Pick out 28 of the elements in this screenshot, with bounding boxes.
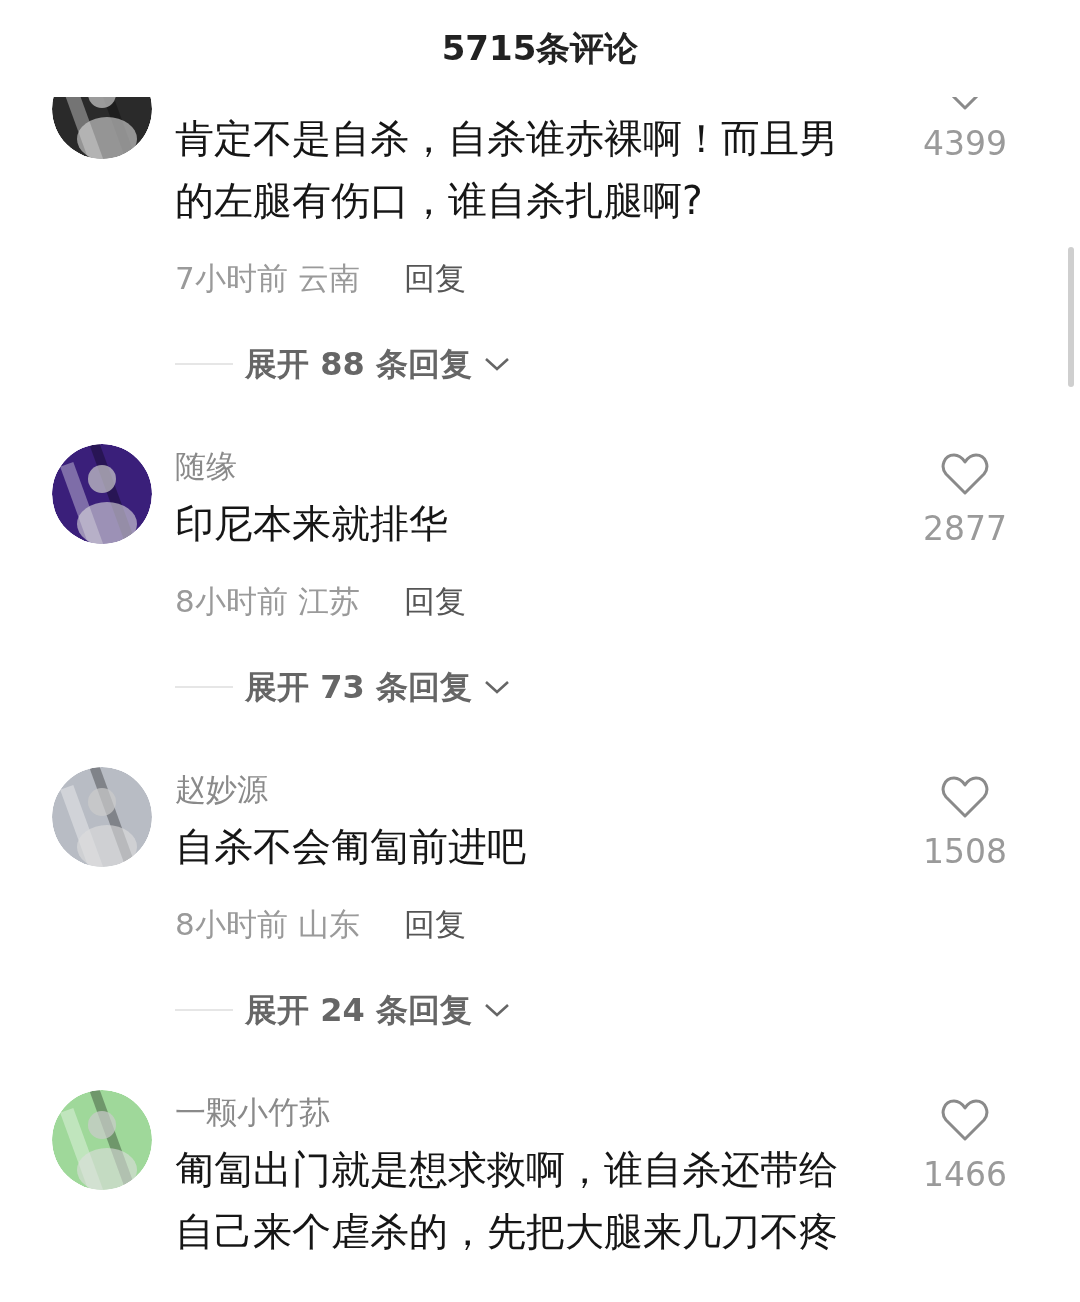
reply-button[interactable]: 回复 [403, 901, 466, 947]
user-name: 赵妙源 [175, 770, 269, 809]
user-name: 随缘 [175, 447, 238, 486]
comment-text: 肯定不是自杀，自杀谁赤裸啊！而且男的左腿有伤口，谁自杀扎腿啊? [175, 115, 839, 225]
like-count: 1466 [923, 1154, 1007, 1196]
comment-time: 8小时前 江苏 [175, 582, 360, 621]
like-count: 4399 [923, 123, 1007, 165]
comments-title: 5715条评论 [441, 27, 639, 70]
reply-button[interactable]: 回复 [403, 255, 466, 301]
comment-text: 自杀不会匍匐前进吧 [175, 823, 527, 871]
scroll-bar[interactable] [1068, 247, 1074, 387]
like-count: 2877 [923, 508, 1007, 550]
chevron-down-icon [483, 679, 510, 695]
comment-text: 印尼本来就排华 [175, 500, 449, 548]
expand-replies-button[interactable]: 展开 24 条回复 [241, 986, 514, 1034]
expand-replies-button[interactable]: 展开 88 条回复 [241, 340, 514, 388]
comment-text: 匍匐出门就是想求救啊，谁自杀还带给自己来个虐杀的，先把大腿来几刀不疼 [175, 1146, 839, 1256]
comment-time: 8小时前 山东 [175, 905, 360, 944]
chevron-down-icon [483, 356, 510, 372]
heart-icon[interactable] [941, 1098, 989, 1142]
heart-icon[interactable] [941, 775, 989, 819]
like-count: 1508 [923, 831, 1007, 873]
user-name: 一颗小竹荪 [175, 1093, 331, 1132]
expand-replies-button[interactable]: 展开 73 条回复 [241, 663, 514, 711]
reply-button[interactable]: 回复 [403, 578, 466, 624]
comment-time: 7小时前 云南 [175, 259, 360, 298]
heart-icon[interactable] [941, 452, 989, 496]
chevron-down-icon [483, 1002, 510, 1018]
